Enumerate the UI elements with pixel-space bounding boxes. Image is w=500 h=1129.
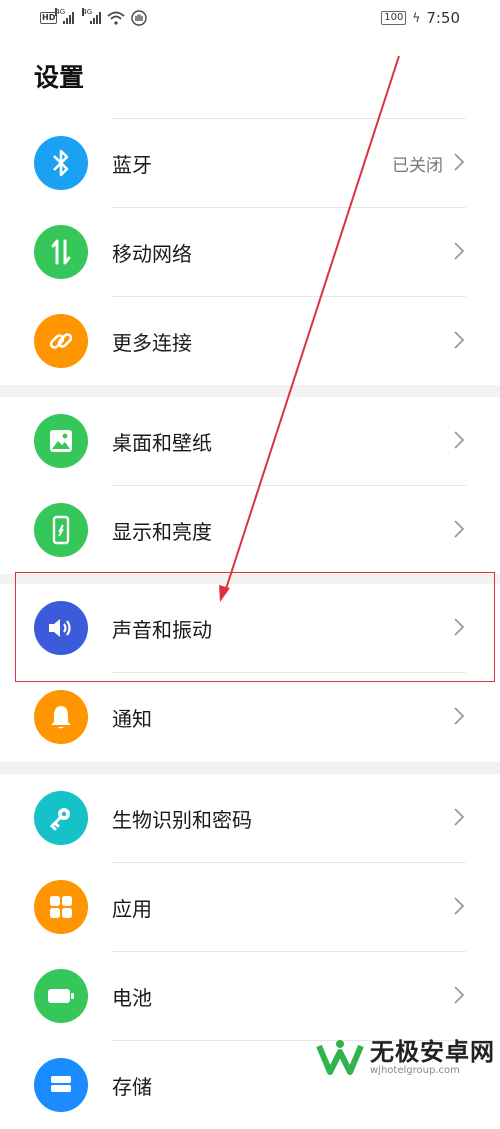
item-label: 移动网络 [112, 242, 192, 266]
network-type-2: 4G [82, 8, 93, 16]
watermark-url: wjhotelgroup.com [370, 1065, 460, 1076]
display-icon [34, 503, 88, 557]
item-label: 蓝牙 [112, 153, 152, 177]
item-label: 通知 [112, 707, 152, 731]
settings-item-bluetooth[interactable]: 蓝牙 已关闭 [0, 119, 500, 207]
wallpaper-icon [34, 414, 88, 468]
watermark-logo-icon [316, 1040, 364, 1075]
chevron-right-icon [454, 808, 464, 826]
signal-icon-2: 4G [82, 8, 102, 24]
item-label: 显示和亮度 [112, 520, 212, 544]
settings-item-mobile-network[interactable]: 移动网络 [0, 208, 500, 296]
chevron-right-icon [454, 431, 464, 449]
section-gap [0, 385, 500, 397]
signal-icon: 4G [55, 8, 75, 24]
apps-icon [34, 880, 88, 934]
settings-item-biometrics[interactable]: 生物识别和密码 [0, 774, 500, 862]
chevron-right-icon [454, 897, 464, 915]
status-bar: HD 4G 4G 100 ϟ 7:50 [0, 0, 500, 38]
key-icon [34, 791, 88, 845]
settings-item-display[interactable]: 显示和亮度 [0, 486, 500, 574]
item-label: 应用 [112, 897, 152, 921]
settings-item-more-connections[interactable]: 更多连接 [0, 297, 500, 385]
chevron-right-icon [454, 707, 464, 725]
charging-icon: ϟ [412, 11, 421, 25]
settings-item-apps[interactable]: 应用 [0, 863, 500, 951]
watermark-title: 无极安卓网 [370, 1038, 495, 1066]
item-label: 更多连接 [112, 331, 192, 355]
chevron-right-icon [454, 520, 464, 538]
settings-item-notifications[interactable]: 通知 [0, 673, 500, 761]
settings-item-wallpaper[interactable]: 桌面和壁纸 [0, 397, 500, 485]
item-label: 桌面和壁纸 [112, 431, 212, 455]
chevron-right-icon [454, 242, 464, 260]
highlight-box [15, 572, 495, 682]
watermark: 无极安卓网 wjhotelgroup.com [316, 1038, 495, 1078]
item-label: 电池 [112, 986, 152, 1010]
bell-icon [34, 690, 88, 744]
mobile-network-icon [34, 225, 88, 279]
link-icon [34, 314, 88, 368]
bluetooth-status: 已关闭 [392, 156, 443, 176]
status-right: 100 ϟ 7:50 [381, 9, 460, 27]
network-type-1: 4G [55, 8, 66, 16]
storage-icon [34, 1058, 88, 1112]
battery-icon [34, 969, 88, 1023]
chevron-right-icon [454, 331, 464, 349]
hand-icon [131, 10, 148, 26]
chevron-right-icon [454, 986, 464, 1004]
wifi-icon [107, 11, 125, 25]
page-title: 设置 [34, 63, 85, 92]
bluetooth-icon [34, 136, 88, 190]
section-gap [0, 762, 500, 774]
settings-item-battery[interactable]: 电池 [0, 952, 500, 1040]
clock: 7:50 [426, 9, 460, 27]
item-label: 存储 [112, 1075, 152, 1099]
item-label: 生物识别和密码 [112, 808, 252, 832]
chevron-right-icon [454, 153, 464, 171]
status-left: HD 4G 4G [40, 8, 148, 26]
battery-level: 100 [381, 11, 407, 25]
